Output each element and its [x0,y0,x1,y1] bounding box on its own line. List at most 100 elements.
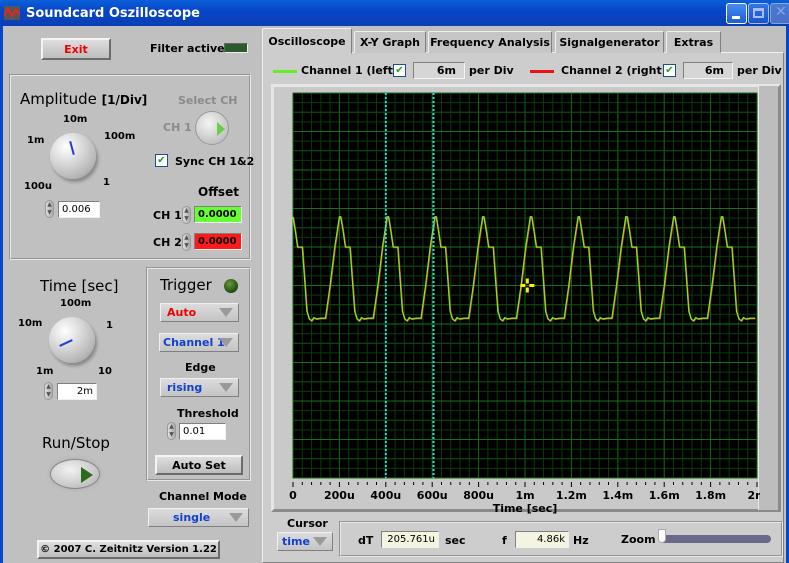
time-title: Time [sec] [40,277,119,295]
ch2-offset-field[interactable]: 0.0000 [194,233,242,250]
dropdown-arrow-icon [229,513,243,522]
x-tick-label: 1.6m [649,489,680,502]
channel2-per-div-label: per Div [737,64,782,77]
channel1-per-div-label: per Div [469,64,514,77]
channel1-enable-checkbox[interactable]: ✔ [393,64,406,77]
zoom-slider-handle[interactable] [658,529,666,543]
amplitude-tick: 100m [104,131,136,142]
channel1-label: Channel 1 (left) [301,64,398,77]
ch1-offset-label: CH 1 [153,209,182,222]
x-tick-label: 2m [747,489,760,502]
copyright-button[interactable]: © 2007 C. Zeitnitz Version 1.22 [37,540,220,559]
x-tick-label: 200u [324,489,355,502]
graph-scrollbar[interactable] [758,86,778,510]
dropdown-arrow-icon [219,308,233,317]
x-tick-label: 800u [463,489,494,502]
x-tick-label: 1m [515,489,534,502]
select-ch-value: CH 1 [163,121,192,134]
channel2-per-div-field[interactable]: 6m [683,62,733,79]
minimize-icon [732,16,740,19]
cursor-label: Cursor [287,517,328,530]
ch1-offset-spinner[interactable]: ▲ ▼ [182,206,191,224]
channel1-per-div-field[interactable]: 6m [413,62,465,79]
amplitude-unit: [1/Div] [101,93,148,107]
trigger-source-dropdown[interactable]: Channel 1 [159,333,239,352]
cursor-mode-value: time [282,535,310,548]
tab-oscilloscope[interactable]: Oscilloscope [262,28,352,54]
filter-active-label: Filter active [150,42,225,55]
time-value-field[interactable]: 2m [57,383,97,400]
amplitude-tick: 1 [103,177,110,188]
x-tick-label: 1.8m [695,489,726,502]
knob-pointer [69,140,75,156]
channel2-enable-checkbox[interactable]: ✔ [663,64,676,77]
ch1-offset-field[interactable]: 0.0000 [194,206,242,223]
ch2-offset-spinner[interactable]: ▲ ▼ [182,233,191,251]
x-tick-label: 1.4m [602,489,633,502]
select-ch-label: Select CH [178,94,238,107]
threshold-spinner[interactable]: ▲ ▼ [167,422,176,440]
dropdown-arrow-icon [219,338,233,347]
channel-mode-dropdown[interactable]: single [148,508,249,527]
channel-mode-value: single [173,511,211,524]
trigger-edge-dropdown[interactable]: rising [160,378,239,397]
threshold-label: Threshold [177,407,239,420]
x-tick-label: 0 [289,489,297,502]
dt-label: dT [358,534,374,547]
time-tick: 100m [60,298,92,309]
amplitude-knob[interactable] [50,133,96,179]
x-axis-label: Time [sec] [493,502,558,515]
close-button[interactable]: ✕ [770,3,789,24]
tab-extras[interactable]: Extras [666,31,721,53]
amplitude-title: Amplitude [1/Div] [20,90,147,108]
maximize-button[interactable] [748,3,769,24]
sync-label: Sync CH 1&2 [175,155,255,168]
time-tick: 10m [18,318,43,329]
crosshair-arm [529,284,535,287]
time-knob[interactable] [49,317,95,363]
amplitude-spinner[interactable]: ▲ ▼ [45,200,54,218]
auto-set-button[interactable]: Auto Set [155,455,243,475]
tab-signalgenerator[interactable]: Signalgenerator [555,31,664,53]
time-tick: 1m [36,366,54,377]
trigger-edge-value: rising [167,381,203,394]
zoom-label: Zoom [621,533,656,546]
dt-value-field: 205.761u [381,531,439,548]
run-stop-button[interactable] [50,459,100,489]
oscilloscope-app-icon [4,6,20,20]
trigger-mode-dropdown[interactable]: Auto [160,303,239,322]
edge-label: Edge [185,361,216,374]
trigger-mode-value: Auto [167,306,197,319]
channel2-label: Channel 2 (right) [561,64,667,77]
zoom-slider-track[interactable] [659,535,771,543]
crosshair-arm [525,278,529,284]
select-ch-button[interactable] [195,111,229,145]
amplitude-title-text: Amplitude [20,90,97,108]
maximize-icon [753,8,764,18]
exit-button[interactable]: Exit [41,38,111,60]
cursor-mode-dropdown[interactable]: time [277,532,333,551]
channel1-legend-line [273,70,297,73]
window-title: Soundcard Oszilloscope [26,5,200,21]
crosshair-arm [520,284,526,287]
channel-mode-label: Channel Mode [159,490,247,503]
tab-xy-graph[interactable]: X-Y Graph [354,31,426,53]
amplitude-value-field[interactable]: 0.006 [58,201,100,218]
tab-frequency-analysis[interactable]: Frequency Analysis [428,31,552,53]
f-label: f [502,534,507,547]
sync-checkbox[interactable]: ✔ [155,154,168,167]
trigger-led [224,279,238,293]
amplitude-tick: 10m [63,114,88,125]
threshold-field[interactable]: 0.01 [179,423,226,440]
oscilloscope-graph[interactable]: 0 200u 400u 600u 800u 1m 1.2m 1.4m 1.6m 1.8m 2m Ti… [260,86,760,518]
time-tick: 10 [98,366,112,377]
channel2-legend-line [530,70,554,73]
dt-unit: sec [445,534,466,547]
time-spinner[interactable]: ▲ ▼ [44,382,53,400]
x-tick-label: 600u [417,489,448,502]
f-value-field: 4.86k [515,531,569,548]
trigger-title: Trigger [160,276,212,294]
minimize-button[interactable] [726,3,747,24]
close-icon: ✕ [775,4,787,20]
ch2-offset-label: CH 2 [153,236,182,249]
